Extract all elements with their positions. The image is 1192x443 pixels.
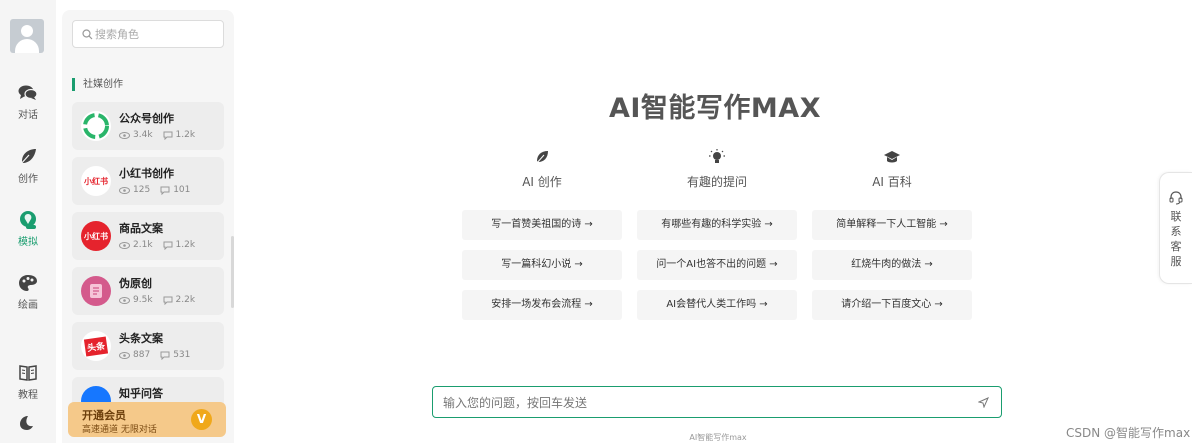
feather-icon — [19, 149, 36, 166]
role-stats: 3.4k 1.2k — [119, 130, 195, 140]
toutiao-logo: 头条 — [81, 331, 111, 361]
app-root: 对话 创作 模拟 绘画 教程 社媒创作 公众号创作 — [0, 0, 1192, 443]
role-card-product-copy[interactable]: 小红书 商品文案 2.1k 1.2k — [72, 212, 224, 260]
search-icon — [82, 29, 93, 40]
question-button[interactable]: 有哪些有趣的科学实验 → — [637, 210, 797, 240]
vip-banner[interactable]: 开通会员 高速通道 无限对话 V — [68, 402, 226, 437]
role-stats: 9.5k 2.2k — [119, 295, 195, 305]
role-name: 公众号创作 — [119, 112, 174, 125]
eye-icon — [119, 296, 130, 304]
views-count: 2.1k — [133, 240, 153, 250]
moon-icon[interactable] — [18, 415, 34, 431]
role-panel: 社媒创作 公众号创作 3.4k 1.2k 小红书 小红书创作 125 — [62, 10, 234, 443]
role-name: 知乎问答 — [119, 387, 163, 400]
nav-label: 创作 — [18, 174, 38, 185]
xiaohongshu-logo: 小红书 — [81, 166, 111, 196]
question-button[interactable]: 问一个AI也答不出的问题 → — [637, 250, 797, 280]
chat-icon — [18, 85, 38, 100]
comment-icon — [160, 186, 170, 195]
eye-icon — [119, 241, 130, 249]
customer-service-label: 联系客服 — [1170, 210, 1182, 268]
search-input[interactable] — [95, 25, 219, 43]
footer-text: AI智能写作max — [689, 433, 747, 442]
nav-label: 对话 — [18, 110, 38, 121]
chat-input[interactable] — [443, 393, 963, 413]
comment-icon — [163, 131, 173, 140]
views-count: 9.5k — [133, 295, 153, 305]
column-label: AI 百科 — [872, 175, 912, 189]
column-fun-questions: 有趣的提问 — [637, 149, 797, 190]
nav-label: 绘画 — [18, 300, 38, 311]
book-icon — [19, 365, 37, 381]
nav-item-tutorial[interactable]: 教程 — [0, 364, 56, 401]
comment-icon — [163, 241, 173, 250]
role-stats: 2.1k 1.2k — [119, 240, 195, 250]
comments-count: 531 — [173, 350, 191, 360]
search-box[interactable] — [72, 20, 224, 48]
vip-badge-icon: V — [191, 409, 212, 430]
role-name: 伪原创 — [119, 277, 152, 290]
section-title: 社媒创作 — [72, 78, 123, 91]
views-count: 887 — [133, 350, 151, 360]
chat-input-box[interactable] — [432, 386, 1002, 418]
eye-icon — [119, 131, 130, 139]
role-name: 头条文案 — [119, 332, 163, 345]
avatar[interactable] — [10, 19, 44, 53]
comments-count: 101 — [173, 185, 191, 195]
vip-subtitle: 高速通道 无限对话 — [82, 425, 157, 435]
role-icon — [20, 211, 36, 229]
role-name: 小红书创作 — [119, 167, 174, 180]
lightbulb-icon — [709, 149, 725, 163]
role-card-pseudo-original[interactable]: 伪原创 9.5k 2.2k — [72, 267, 224, 315]
question-button[interactable]: 简单解释一下人工智能 → — [812, 210, 972, 240]
question-button[interactable]: AI会替代人类工作吗 → — [637, 290, 797, 320]
comments-count: 1.2k — [175, 240, 196, 250]
column-label: 有趣的提问 — [686, 175, 747, 189]
eye-icon — [119, 351, 130, 359]
headset-icon — [1169, 191, 1183, 205]
wechat-logo — [81, 111, 111, 141]
question-button[interactable]: 写一首赞美祖国的诗 → — [462, 210, 622, 240]
comment-icon — [160, 351, 170, 360]
nav-item-draw[interactable]: 绘画 — [0, 274, 56, 311]
column-ai-create: AI 创作 — [462, 149, 622, 190]
comments-count: 1.2k — [175, 130, 196, 140]
question-button[interactable]: 红烧牛肉的做法 → — [812, 250, 972, 280]
comments-count: 2.2k — [175, 295, 196, 305]
palette-icon — [19, 275, 37, 291]
role-stats: 887 531 — [119, 350, 190, 360]
panel-scrollbar[interactable] — [231, 236, 234, 308]
customer-service-tab[interactable]: 联系客服 — [1159, 172, 1192, 284]
role-card-xiaohongshu[interactable]: 小红书 小红书创作 125 101 — [72, 157, 224, 205]
leaf-icon — [535, 151, 548, 165]
views-count: 3.4k — [133, 130, 153, 140]
graduation-cap-icon — [884, 151, 900, 163]
xiaohongshu-logo: 小红书 — [81, 221, 111, 251]
nav-rail: 对话 创作 模拟 绘画 教程 — [0, 0, 56, 443]
role-card-toutiao[interactable]: 头条 头条文案 887 531 — [72, 322, 224, 370]
send-icon[interactable] — [978, 397, 989, 408]
nav-item-create[interactable]: 创作 — [0, 148, 56, 185]
column-label: AI 创作 — [522, 175, 562, 189]
column-ai-encyclopedia: AI 百科 — [812, 149, 972, 190]
question-button[interactable]: 请介绍一下百度文心 → — [812, 290, 972, 320]
nav-label: 模拟 — [18, 237, 38, 248]
nav-item-simulate[interactable]: 模拟 — [0, 211, 56, 248]
document-logo — [81, 276, 111, 306]
page-title: AI智能写作MAX — [608, 93, 822, 124]
role-stats: 125 101 — [119, 185, 190, 195]
eye-icon — [119, 186, 130, 194]
nav-item-chat[interactable]: 对话 — [0, 84, 56, 121]
question-button[interactable]: 写一篇科幻小说 → — [462, 250, 622, 280]
watermark: CSDN @智能写作max — [1066, 426, 1191, 440]
views-count: 125 — [133, 185, 151, 195]
vip-title: 开通会员 — [82, 409, 126, 422]
role-card-wechat[interactable]: 公众号创作 3.4k 1.2k — [72, 102, 224, 150]
comment-icon — [163, 296, 173, 305]
nav-label: 教程 — [18, 390, 38, 401]
question-button[interactable]: 安排一场发布会流程 → — [462, 290, 622, 320]
role-name: 商品文案 — [119, 222, 163, 235]
